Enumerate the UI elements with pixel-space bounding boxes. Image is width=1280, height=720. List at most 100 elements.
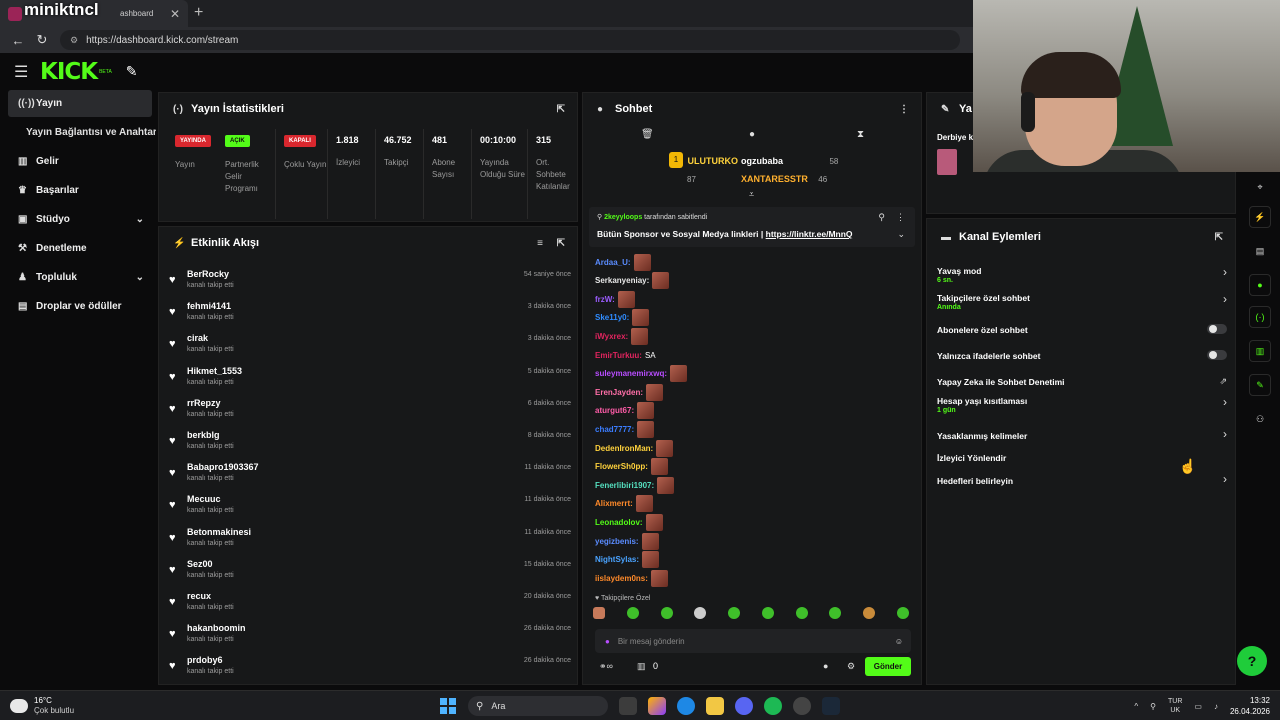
volume-icon[interactable]: ♪ (1214, 702, 1218, 711)
chat-username[interactable]: EmirTurkuu: (595, 351, 642, 360)
chat-message[interactable]: Leonadolov: (595, 513, 663, 531)
activity-row[interactable]: ♥ Betonmakinesi kanalı takip etti 11 dakika… (167, 523, 571, 555)
emote-icon[interactable] (761, 607, 774, 619)
copilot-icon[interactable] (648, 697, 666, 715)
channel-action-row[interactable]: Yalnızca ifadelerle sohbet (937, 345, 1231, 369)
toggle-switch[interactable] (1207, 350, 1227, 360)
mic-icon[interactable]: ⚲ (1150, 702, 1156, 711)
reload-icon[interactable]: ↻ (30, 32, 54, 48)
chat-icon[interactable]: ● (1249, 274, 1271, 296)
hourglass-icon[interactable]: ⧗ (857, 129, 864, 140)
chat-message[interactable]: yegizbenis: (595, 532, 659, 550)
chat-username[interactable]: chad7777: (595, 425, 634, 434)
unpin-icon[interactable]: ⚲ (878, 212, 885, 223)
document-icon[interactable]: ▤ (1249, 240, 1271, 262)
chat-username[interactable]: DedenIronMan: (595, 444, 653, 453)
chat-username[interactable]: yegizbenis: (595, 537, 639, 546)
chat-username[interactable]: Serkanyeniay: (595, 276, 649, 285)
chat-username[interactable]: Alixmerrt: (595, 499, 633, 508)
activity-row[interactable]: ♥ recux kanalı takip etti 20 dakika önce (167, 587, 571, 619)
activity-row[interactable]: ♥ hakanboomin kanalı takip etti 26 dakika ö… (167, 619, 571, 651)
chat-message[interactable]: ErenJayden: (595, 383, 664, 401)
chat-message[interactable]: iWyxrex: (595, 327, 649, 345)
chat-username[interactable]: suleymanemirxwq: (595, 369, 667, 378)
chevron-up-icon[interactable]: ^ (1134, 702, 1138, 711)
chat-settings-bubble-icon[interactable]: ● (823, 661, 828, 671)
pinned-link[interactable]: https://linktr.ee/MnnQ (766, 229, 853, 239)
sidebar-item-droplar[interactable]: ▤ Droplar ve ödüller (8, 293, 152, 320)
chevron-right-icon[interactable]: › (1223, 427, 1227, 441)
site-info-icon[interactable]: ⚙ (70, 35, 78, 46)
sidebar-item-studyo[interactable]: ▣ Stüdyo ⌄ (8, 206, 152, 233)
chat-message[interactable]: frzW: (595, 290, 635, 308)
activity-row[interactable]: ♥ Mecuuc kanalı takip etti 11 dakika önce (167, 490, 571, 522)
sidebar-item-yayin[interactable]: ((·)) Yayın (8, 90, 152, 117)
chat-message[interactable]: Ske11y0: (595, 309, 650, 327)
chat-message[interactable]: Ardaa_U: (595, 253, 651, 271)
chevron-right-icon[interactable]: › (1223, 265, 1227, 279)
chat-username[interactable]: Fenerlibiri1907: (595, 481, 654, 490)
chat-message[interactable]: iislaydem0ns: (595, 569, 668, 587)
gift-link-icon[interactable]: ⚭∞ (599, 661, 613, 672)
emote-icon[interactable] (795, 607, 808, 619)
chat-username[interactable]: iWyxrex: (595, 332, 628, 341)
network-icon[interactable]: ▭ (1194, 702, 1202, 711)
edge-icon[interactable] (677, 697, 695, 715)
broadcast-icon[interactable]: (·) (1249, 306, 1271, 328)
channel-action-row[interactable]: Hesap yaşı kısıtlaması 1 gün › (937, 393, 1231, 417)
stats-icon[interactable]: ▥ (1249, 340, 1271, 362)
emote-icon[interactable] (660, 607, 673, 619)
store-icon[interactable]: ▥ (637, 661, 646, 672)
sidebar-item-basarilar[interactable]: ♛ Başarılar (8, 177, 152, 204)
emote-icon[interactable] (896, 607, 909, 619)
channel-action-row[interactable]: Yavaş mod 6 sn. › (937, 263, 1231, 287)
channel-action-row[interactable]: Abonelere özel sohbet (937, 319, 1231, 343)
activity-row[interactable]: ♥ Sez00 kanalı takip etti 15 dakika önce (167, 555, 571, 587)
chat-message[interactable]: Serkanyeniay: (595, 272, 670, 290)
language-indicator[interactable]: TUR UK (1168, 697, 1182, 715)
activity-row[interactable]: ♥ BerRocky kanalı takip etti 54 saniye önce (167, 265, 571, 297)
task-view-icon[interactable] (619, 697, 637, 715)
chat-message[interactable]: EmirTurkuu: SA (595, 346, 656, 364)
chat-message[interactable]: FlowerSh0pp: (595, 458, 668, 476)
chat-username[interactable]: Ardaa_U: (595, 258, 631, 267)
channel-action-row[interactable]: Takipçilere özel sohbet Anında › (937, 290, 1231, 314)
users-icon[interactable]: ⚇ (1249, 408, 1271, 430)
chat-message[interactable]: Fenerlibiri1907: (595, 476, 675, 494)
url-input[interactable]: ⚙ https://dashboard.kick.com/stream (60, 30, 960, 50)
chevron-down-icon[interactable]: ⌄ (897, 229, 905, 240)
discord-icon[interactable] (735, 697, 753, 715)
activity-row[interactable]: ♥ Hikmet_1553 kanalı takip etti 5 dakika ön… (167, 362, 571, 394)
emoji-icon[interactable]: ☺ (895, 637, 903, 646)
sidebar-item-denetleme[interactable]: ⚒ Denetleme (8, 235, 152, 262)
kick-logo[interactable]: KICK (40, 59, 98, 85)
chat-username[interactable]: FlowerSh0pp: (595, 462, 648, 471)
close-tab-icon[interactable]: ✕ (170, 7, 180, 21)
sidebar-item-topluluk[interactable]: ♟ Topluluk ⌄ (8, 264, 152, 291)
chat-message[interactable]: NightSylas: (595, 551, 660, 569)
popout-icon[interactable]: ⇱ (1215, 232, 1223, 243)
spotify-icon[interactable] (764, 697, 782, 715)
sidebar-item-stream-key[interactable]: Yayın Bağlantısı ve Anahtarı (26, 119, 156, 146)
activity-row[interactable]: ♥ rrRepzy kanalı takip etti 6 dakika önce (167, 394, 571, 426)
chat-username[interactable]: iislaydem0ns: (595, 574, 648, 583)
filter-icon[interactable]: ≡ (537, 238, 543, 249)
menu-icon[interactable]: ☰ (14, 62, 40, 82)
back-icon[interactable]: ← (6, 33, 30, 48)
clock[interactable]: 13:32 26.04.2026 (1230, 695, 1270, 717)
activity-row[interactable]: ♥ Babapro1903367 kanalı takip etti 11 dakik… (167, 458, 571, 490)
activity-row[interactable]: ♥ prdoby6 kanalı takip etti 26 dakika önce (167, 651, 571, 683)
mic-icon[interactable]: ● (605, 637, 610, 646)
chat-message-input[interactable]: ● Bir mesaj gönderin ☺ (595, 629, 911, 653)
trash-icon[interactable]: 🗑 (641, 129, 654, 140)
chat-message[interactable]: suleymanemirxwq: (595, 365, 688, 383)
chevron-right-icon[interactable]: › (1223, 472, 1227, 486)
windows-start-icon[interactable] (440, 698, 456, 714)
chat-message[interactable]: chad7777: (595, 420, 655, 438)
support-button[interactable]: ? (1237, 646, 1267, 676)
channel-action-row[interactable]: Yasaklanmış kelimeler › (937, 425, 1231, 449)
scroll-down-icon[interactable]: ⩡ (749, 189, 754, 200)
chat-message[interactable]: DedenIronMan: (595, 439, 674, 457)
gear-icon[interactable]: ⚙ (847, 661, 855, 672)
pin-icon[interactable]: ✎ (126, 63, 138, 80)
